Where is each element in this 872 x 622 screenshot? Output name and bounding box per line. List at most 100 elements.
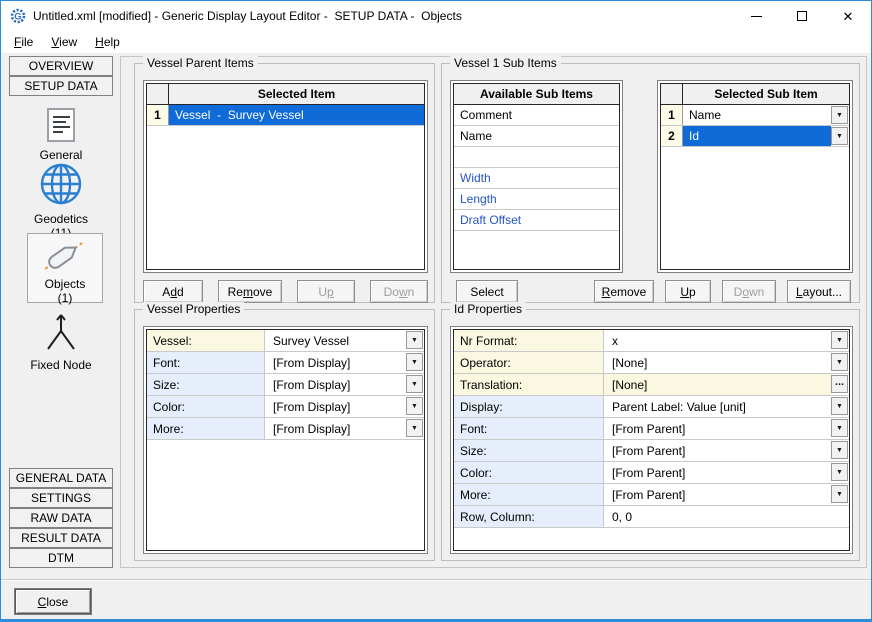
property-label: Size: xyxy=(147,374,265,395)
row-value[interactable]: Id xyxy=(683,126,831,146)
add-button[interactable]: Add xyxy=(143,280,203,303)
list-item[interactable]: Comment xyxy=(454,105,619,126)
menu-help[interactable]: Help xyxy=(86,33,129,51)
dropdown-arrow-icon[interactable]: ▼ xyxy=(831,397,848,415)
list-item[interactable]: Name xyxy=(454,126,619,147)
table-header: Selected Sub Item xyxy=(661,84,849,105)
sub-items-buttons: Remove Up Down Layout... xyxy=(594,280,851,303)
title-bar: G Untitled.xml [modified] - Generic Disp… xyxy=(1,1,871,31)
property-label: Display: xyxy=(454,396,604,417)
property-value[interactable]: [From Display] xyxy=(265,396,406,417)
dropdown-arrow-icon[interactable]: ▼ xyxy=(831,441,848,459)
list-item[interactable]: Length xyxy=(454,189,619,210)
sidebar-item-objects[interactable]: Objects (1) xyxy=(27,233,103,303)
table-row[interactable]: 2 Id ▼ xyxy=(661,126,849,147)
property-row: More: [From Display] ▼ xyxy=(147,418,424,440)
menu-bar: File View Help xyxy=(1,31,871,53)
sidebar-tab-dtm[interactable]: DTM xyxy=(9,548,113,568)
dropdown-arrow-icon[interactable]: ▼ xyxy=(406,397,423,415)
property-label: Color: xyxy=(454,462,604,483)
dropdown-arrow-icon[interactable]: ▼ xyxy=(831,127,848,145)
list-item[interactable]: Id xyxy=(454,147,619,168)
dropdown-arrow-icon[interactable]: ▼ xyxy=(406,419,423,437)
menu-view[interactable]: View xyxy=(42,33,86,51)
property-row: Size: [From Display] ▼ xyxy=(147,374,424,396)
dropdown-arrow-icon[interactable]: ▼ xyxy=(831,331,848,349)
property-value[interactable]: [None] xyxy=(604,374,831,395)
sidebar-tab-general-data[interactable]: GENERAL DATA xyxy=(9,468,113,488)
minimize-button[interactable] xyxy=(733,1,779,31)
sidebar-tab-result-data[interactable]: RESULT DATA xyxy=(9,528,113,548)
dropdown-arrow-icon[interactable]: ▼ xyxy=(831,353,848,371)
close-button[interactable]: Close xyxy=(15,589,91,614)
vessel-icon xyxy=(39,238,91,272)
table-row[interactable]: 1 Vessel - Survey Vessel xyxy=(147,105,424,126)
property-value[interactable]: Survey Vessel xyxy=(265,330,406,351)
property-value[interactable]: Parent Label: Value [unit] xyxy=(604,396,831,417)
property-label: Row, Column: xyxy=(454,506,604,527)
property-row: Row, Column: 0, 0 xyxy=(454,506,849,528)
property-label: Font: xyxy=(454,418,604,439)
property-row: Display: Parent Label: Value [unit] ▼ xyxy=(454,396,849,418)
property-value[interactable]: [From Parent] xyxy=(604,484,831,505)
down-sub-button: Down xyxy=(722,280,776,303)
property-value[interactable]: [From Parent] xyxy=(604,462,831,483)
dropdown-arrow-icon[interactable]: ▼ xyxy=(406,375,423,393)
dropdown-arrow-icon[interactable]: ▼ xyxy=(406,353,423,371)
close-icon: ✕ xyxy=(843,10,854,23)
maximize-button[interactable] xyxy=(779,1,825,31)
property-label: More: xyxy=(147,418,265,439)
sidebar-item-geodetics[interactable]: Geodetics (11) xyxy=(13,161,109,240)
property-value: 0, 0 xyxy=(604,506,849,527)
property-label: More: xyxy=(454,484,604,505)
dropdown-arrow-icon[interactable]: ▼ xyxy=(831,463,848,481)
list-item[interactable]: Draft Offset xyxy=(454,210,619,231)
sidebar-tab-overview[interactable]: OVERVIEW xyxy=(9,56,113,76)
dropdown-arrow-icon[interactable]: ▼ xyxy=(831,106,848,124)
dropdown-arrow-icon[interactable]: ▼ xyxy=(406,331,423,349)
property-value[interactable]: [From Parent] xyxy=(604,418,831,439)
property-value[interactable]: [From Display] xyxy=(265,418,406,439)
sidebar-item-fixed-node[interactable]: Fixed Node xyxy=(13,311,109,372)
group-id-properties: Id Properties Nr Format: x ▼ Operator: [… xyxy=(441,309,860,561)
dropdown-arrow-icon[interactable]: ▼ xyxy=(831,419,848,437)
remove-button[interactable]: Remove xyxy=(218,280,282,303)
property-row: Nr Format: x ▼ xyxy=(454,330,849,352)
menu-file[interactable]: File xyxy=(5,33,42,51)
sidebar-item-label: General xyxy=(13,148,109,162)
layout-button[interactable]: Layout... xyxy=(787,280,851,303)
up-sub-button[interactable]: Up xyxy=(665,280,711,303)
property-label: Color: xyxy=(147,396,265,417)
property-row: Vessel: Survey Vessel ▼ xyxy=(147,330,424,352)
select-button[interactable]: Select xyxy=(456,280,518,303)
row-number: 2 xyxy=(661,126,683,146)
selected-sub-items-table: Selected Sub Item 1 Name ▼ 2 Id ▼ xyxy=(657,80,853,273)
property-value[interactable]: [From Parent] xyxy=(604,440,831,461)
row-number-header xyxy=(661,84,683,104)
app-window: G Untitled.xml [modified] - Generic Disp… xyxy=(0,0,872,622)
main-area: OVERVIEW SETUP DATA General Geodetics xyxy=(1,53,871,619)
available-sub-items-header: Available Sub Items xyxy=(454,84,619,104)
sidebar-item-general[interactable]: General xyxy=(13,107,109,162)
window-controls: ✕ xyxy=(733,1,871,31)
minimize-icon xyxy=(751,16,762,17)
property-value[interactable]: x xyxy=(604,330,831,351)
ellipsis-button[interactable]: ... xyxy=(831,375,848,393)
remove-sub-button[interactable]: Remove xyxy=(594,280,654,303)
sidebar-tab-setup-data[interactable]: SETUP DATA xyxy=(9,76,113,96)
row-value[interactable]: Name xyxy=(683,105,831,125)
property-row: Translation: [None] ... xyxy=(454,374,849,396)
row-value[interactable]: Vessel - Survey Vessel xyxy=(169,105,424,125)
sidebar-tab-raw-data[interactable]: RAW DATA xyxy=(9,508,113,528)
dropdown-arrow-icon[interactable]: ▼ xyxy=(831,485,848,503)
sidebar-tab-settings[interactable]: SETTINGS xyxy=(9,488,113,508)
property-value[interactable]: [From Display] xyxy=(265,352,406,373)
table-row[interactable]: 1 Name ▼ xyxy=(661,105,849,126)
group-title: Vessel 1 Sub Items xyxy=(450,56,561,70)
sidebar-item-label: Fixed Node xyxy=(13,358,109,372)
property-value[interactable]: [None] xyxy=(604,352,831,373)
group-title: Id Properties xyxy=(450,302,526,316)
property-value[interactable]: [From Display] xyxy=(265,374,406,395)
close-window-button[interactable]: ✕ xyxy=(825,1,871,31)
list-item[interactable]: Width xyxy=(454,168,619,189)
